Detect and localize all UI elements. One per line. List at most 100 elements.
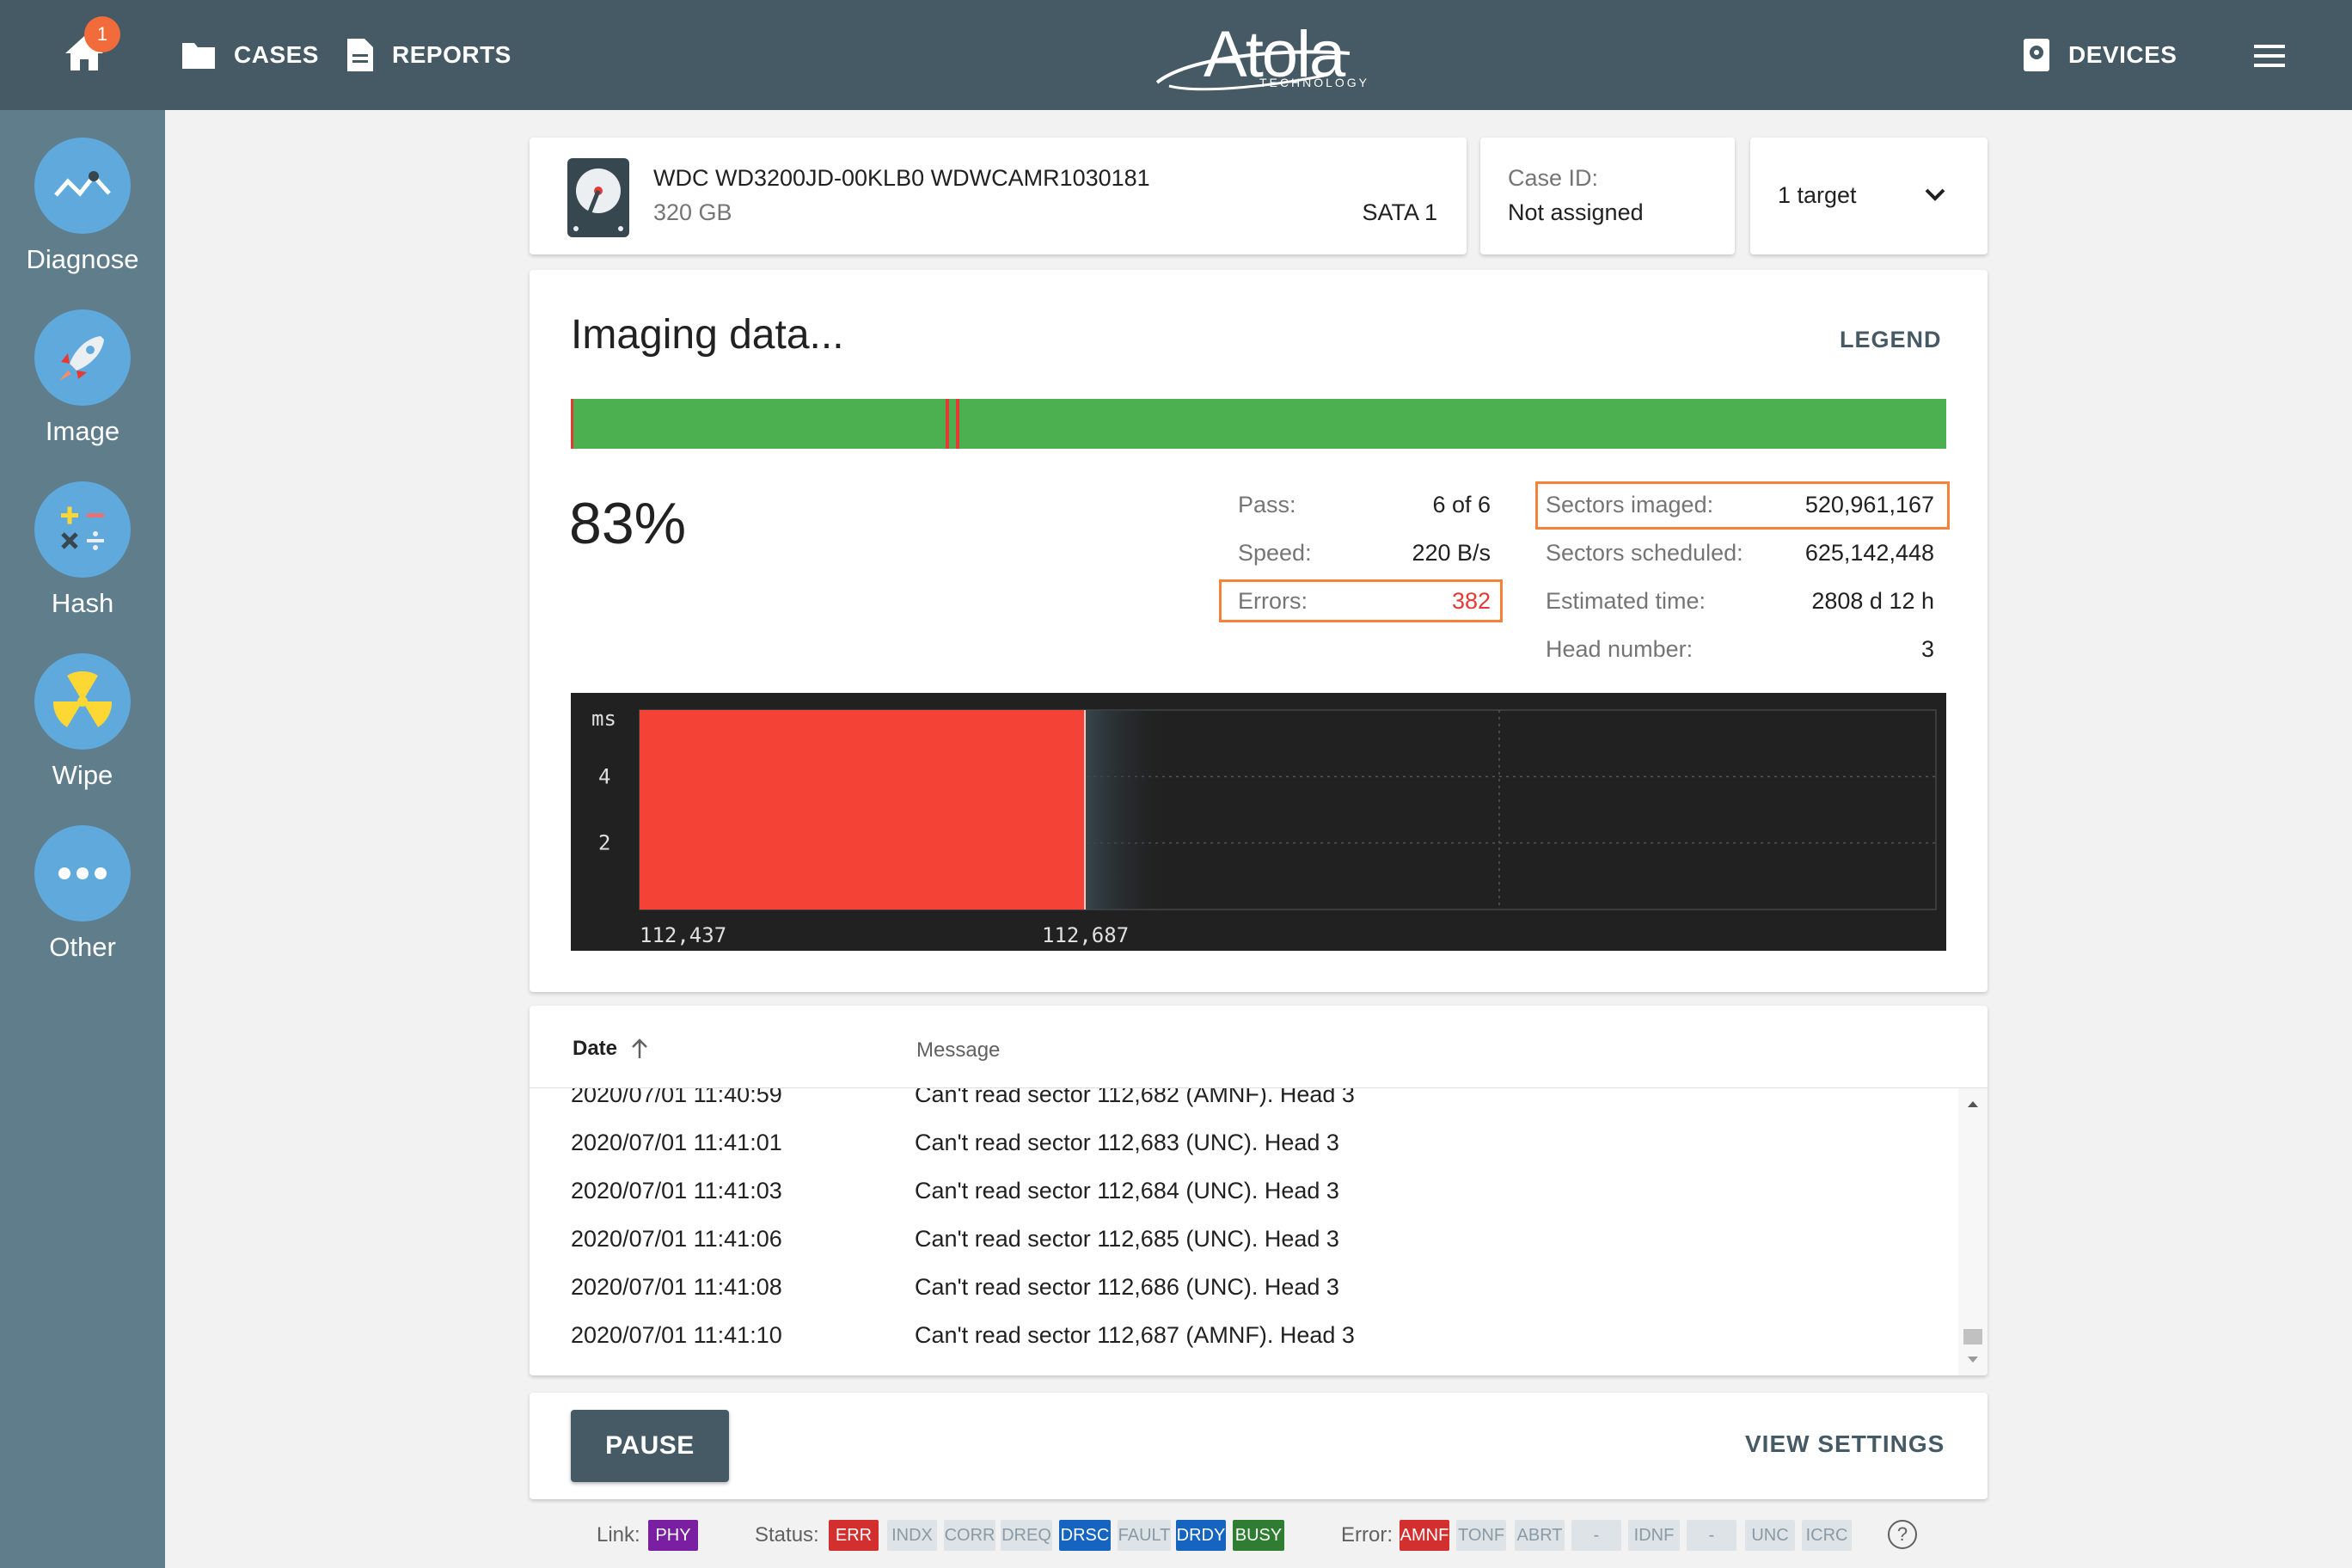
percent-complete: 83% bbox=[569, 491, 687, 556]
sectors-imaged-label: Sectors imaged: bbox=[1546, 492, 1714, 518]
link-label: Link: bbox=[597, 1523, 640, 1547]
device-model: WDC WD3200JD-00KLB0 WDWCAMR1030181 bbox=[653, 165, 1150, 191]
tool-diagnose-label: Diagnose bbox=[26, 244, 139, 274]
menu-icon bbox=[2254, 45, 2285, 67]
nav-devices-label: DEVICES bbox=[2068, 41, 2177, 68]
x-tick-label: 112,437 bbox=[640, 923, 726, 947]
log-message: Can't read sector 112,684 (UNC). Head 3 bbox=[915, 1178, 1339, 1204]
radiation-icon bbox=[34, 653, 131, 750]
chip-icrc: ICRC bbox=[1802, 1520, 1852, 1551]
log-row[interactable]: 2020/07/01 11:40:59 Can't read sector 11… bbox=[530, 1088, 1957, 1130]
speed-label: Speed: bbox=[1238, 540, 1312, 566]
target-dropdown[interactable]: 1 target bbox=[1750, 138, 1988, 254]
chip-drsc: DRSC bbox=[1059, 1520, 1111, 1551]
tool-hash-label: Hash bbox=[51, 588, 114, 618]
help-icon[interactable]: ? bbox=[1888, 1520, 1917, 1549]
log-row[interactable]: 2020/07/01 11:41:10 Can't read sector 11… bbox=[530, 1322, 1957, 1370]
tool-wipe-label: Wipe bbox=[52, 760, 113, 790]
legend-button[interactable]: LEGEND bbox=[1840, 327, 1942, 353]
estimated-time-label: Estimated time: bbox=[1546, 588, 1706, 614]
nav-reports-label: REPORTS bbox=[392, 41, 511, 68]
top-bar: 1 CASES REPORTS Atola TECHNOLOGY DEVICES bbox=[0, 0, 2352, 110]
head-number-label: Head number: bbox=[1546, 636, 1694, 662]
arrow-up-icon bbox=[632, 1038, 647, 1058]
more-icon bbox=[34, 825, 131, 922]
case-id-label: Case ID: bbox=[1508, 165, 1599, 191]
log-row[interactable]: 2020/07/01 11:41:08 Can't read sector 11… bbox=[530, 1274, 1957, 1322]
nav-cases[interactable]: CASES bbox=[181, 34, 319, 76]
tool-hash[interactable]: Hash bbox=[0, 481, 165, 619]
tool-other-label: Other bbox=[49, 932, 116, 962]
tool-rail: Diagnose Image Hash Wipe Other bbox=[0, 110, 165, 1568]
log-row[interactable]: 2020/07/01 11:41:01 Can't read sector 11… bbox=[530, 1130, 1957, 1178]
chip-dreq: DREQ bbox=[1001, 1520, 1052, 1551]
chip-blank: - bbox=[1571, 1520, 1621, 1551]
log-message: Can't read sector 112,686 (UNC). Head 3 bbox=[915, 1274, 1339, 1300]
log-header: Date Message bbox=[530, 1006, 1988, 1088]
pass-label: Pass: bbox=[1238, 492, 1296, 518]
cursor-fade bbox=[1085, 710, 1171, 910]
tool-image[interactable]: Image bbox=[0, 309, 165, 447]
progress-fill bbox=[571, 399, 1946, 449]
document-icon bbox=[346, 37, 375, 73]
chip-indx: INDX bbox=[887, 1520, 937, 1551]
menu-button[interactable] bbox=[2251, 41, 2288, 70]
case-card[interactable]: Case ID: Not assigned bbox=[1480, 138, 1735, 254]
progress-error-mark bbox=[946, 399, 949, 449]
tool-other[interactable]: Other bbox=[0, 825, 165, 963]
chart-svg: ms 4 2 112,437 112,687 bbox=[591, 707, 1937, 947]
chip-unc: UNC bbox=[1745, 1520, 1795, 1551]
tool-wipe[interactable]: Wipe bbox=[0, 653, 165, 791]
log-date: 2020/07/01 11:41:01 bbox=[571, 1130, 782, 1155]
nav-cases-label: CASES bbox=[234, 41, 319, 68]
log-date: 2020/07/01 11:41:10 bbox=[571, 1322, 782, 1348]
log-message: Can't read sector 112,685 (UNC). Head 3 bbox=[915, 1226, 1339, 1252]
folder-icon bbox=[181, 40, 217, 70]
hard-drive-icon bbox=[567, 158, 629, 237]
chip-fault: FAULT bbox=[1118, 1520, 1171, 1551]
view-settings-button[interactable]: VIEW SETTINGS bbox=[1745, 1430, 1945, 1458]
chip-phy: PHY bbox=[648, 1520, 698, 1551]
scroll-up-icon[interactable] bbox=[1966, 1099, 1980, 1109]
nav-reports[interactable]: REPORTS bbox=[346, 34, 511, 76]
error-label: Error: bbox=[1341, 1523, 1393, 1547]
rocket-icon bbox=[34, 309, 131, 406]
tool-diagnose[interactable]: Diagnose bbox=[0, 138, 165, 275]
device-card[interactable]: WDC WD3200JD-00KLB0 WDWCAMR1030181 320 G… bbox=[530, 138, 1467, 254]
log-message: Can't read sector 112,683 (UNC). Head 3 bbox=[915, 1130, 1339, 1155]
scroll-thumb[interactable] bbox=[1963, 1329, 1982, 1344]
status-label: Status: bbox=[755, 1523, 819, 1547]
sectors-imaged-value: 520,961,167 bbox=[1804, 492, 1934, 518]
y-tick-label: 4 bbox=[598, 764, 610, 788]
date-column-header[interactable]: Date bbox=[573, 1037, 650, 1061]
log-scrollbar[interactable] bbox=[1958, 1088, 1988, 1375]
calculator-icon bbox=[34, 481, 131, 578]
y-tick-label: 2 bbox=[598, 831, 610, 855]
chip-corr: CORR bbox=[944, 1520, 995, 1551]
log-date: 2020/07/01 11:41:08 bbox=[571, 1274, 782, 1300]
log-date: 2020/07/01 11:41:03 bbox=[571, 1178, 782, 1204]
chip-busy: BUSY bbox=[1233, 1520, 1284, 1551]
log-row[interactable]: 2020/07/01 11:41:03 Can't read sector 11… bbox=[530, 1178, 1957, 1226]
read-time-chart: ms 4 2 112,437 112,687 bbox=[571, 693, 1946, 951]
notification-badge[interactable]: 1 bbox=[84, 16, 120, 52]
log-message: Can't read sector 112,687 (AMNF). Head 3 bbox=[915, 1322, 1355, 1348]
nav-devices[interactable]: DEVICES bbox=[2022, 34, 2177, 76]
chip-tonf: TONF bbox=[1456, 1520, 1506, 1551]
date-header-label: Date bbox=[573, 1037, 618, 1060]
pause-button[interactable]: PAUSE bbox=[571, 1410, 729, 1482]
chip-amnf: AMNF bbox=[1400, 1520, 1449, 1551]
tool-image-label: Image bbox=[45, 416, 120, 446]
message-column-header[interactable]: Message bbox=[916, 1038, 1000, 1063]
log-list[interactable]: 2020/07/01 11:40:59 Can't read sector 11… bbox=[530, 1088, 1957, 1375]
case-id-value: Not assigned bbox=[1508, 199, 1644, 225]
diagnose-icon bbox=[34, 138, 131, 234]
device-capacity: 320 GB bbox=[653, 199, 732, 225]
pass-value: 6 of 6 bbox=[1432, 492, 1491, 518]
errors-value[interactable]: 382 bbox=[1375, 588, 1491, 615]
scroll-down-icon[interactable] bbox=[1966, 1355, 1980, 1365]
sectors-scheduled-value: 625,142,448 bbox=[1804, 540, 1934, 566]
chip-drdy: DRDY bbox=[1176, 1520, 1226, 1551]
errors-label: Errors: bbox=[1238, 588, 1308, 614]
log-row[interactable]: 2020/07/01 11:41:06 Can't read sector 11… bbox=[530, 1226, 1957, 1274]
